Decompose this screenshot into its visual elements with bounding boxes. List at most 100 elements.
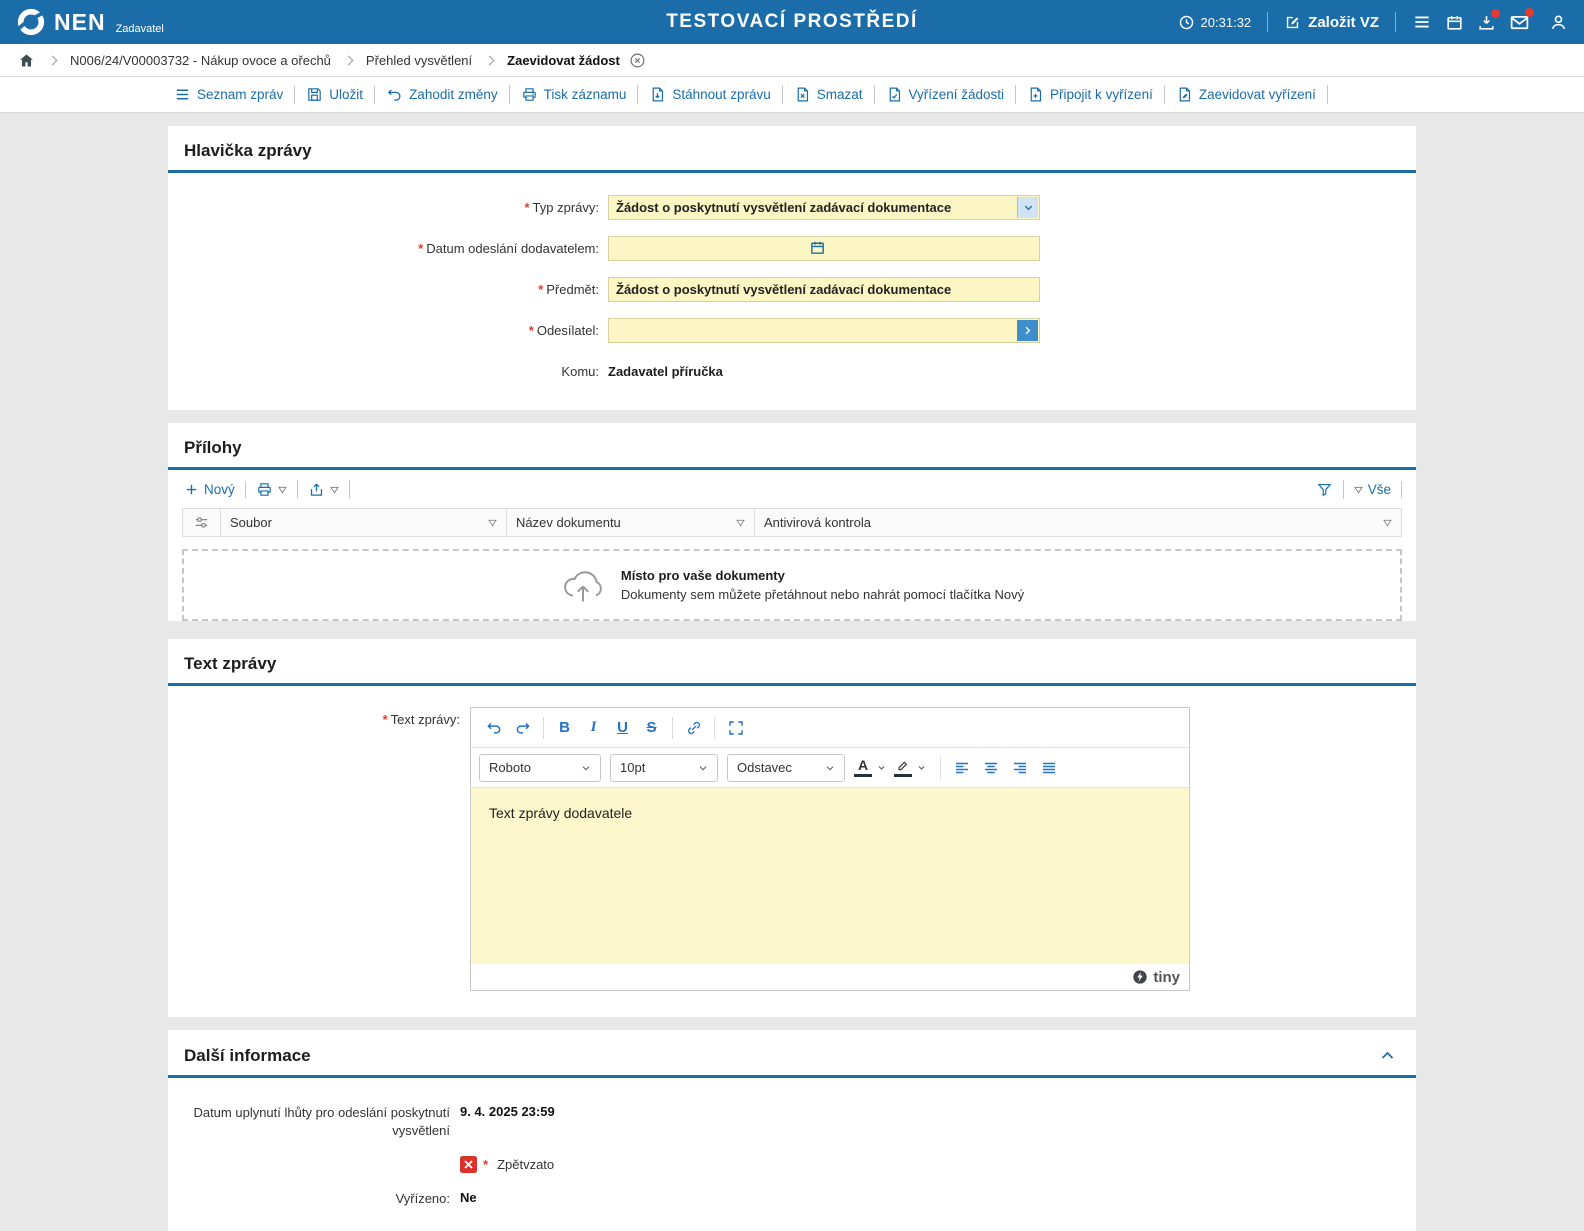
page-content: Hlavička zprávy *Typ zprávy: Žádost o po… xyxy=(0,113,1584,1231)
align-center-button[interactable] xyxy=(976,754,1005,782)
strikethrough-button[interactable]: S xyxy=(637,714,666,742)
section-title: Hlavička zprávy xyxy=(184,141,312,161)
underline-button[interactable]: U xyxy=(608,714,637,742)
column-header-file[interactable]: Soubor xyxy=(221,509,507,536)
calendar-icon xyxy=(1445,13,1464,32)
font-size-select[interactable]: 10pt xyxy=(610,754,718,782)
info-row-resolved: Vyřízeno: Ne xyxy=(168,1190,1416,1208)
align-right-button[interactable] xyxy=(1005,754,1034,782)
caret-down-icon xyxy=(330,486,339,494)
withdrawn-checkbox[interactable] xyxy=(460,1156,477,1173)
user-profile-button[interactable] xyxy=(1549,13,1568,32)
subject-input[interactable]: Žádost o poskytnutí vysvětlení zadávací … xyxy=(608,277,1040,302)
collapse-section-button[interactable] xyxy=(1375,1045,1400,1066)
required-marker: * xyxy=(524,200,529,215)
align-right-icon xyxy=(1011,759,1029,777)
filter-triangle-icon[interactable] xyxy=(1375,519,1392,527)
open-picker-button[interactable] xyxy=(1017,320,1038,341)
print-attachments-button[interactable] xyxy=(246,480,298,499)
show-all-filter-button[interactable]: Vše xyxy=(1344,481,1402,498)
create-tender-button[interactable]: Založit VZ xyxy=(1284,14,1379,31)
column-header-antivirus[interactable]: Antivirová kontrola xyxy=(755,509,1401,536)
main-menu-button[interactable] xyxy=(1412,12,1432,32)
breadcrumb-separator-icon xyxy=(48,55,58,65)
download-message-button[interactable]: Stáhnout zprávu xyxy=(638,85,782,104)
create-tender-label: Založit VZ xyxy=(1308,14,1379,31)
plus-icon xyxy=(184,482,199,497)
button-label: Vše xyxy=(1368,482,1391,497)
editor-content-area[interactable]: Text zprávy dodavatele xyxy=(471,788,1189,964)
editor-toolbar-row1: B I U S xyxy=(471,708,1189,748)
print-icon xyxy=(256,481,273,498)
downloads-button[interactable] xyxy=(1477,13,1496,32)
required-marker: * xyxy=(538,282,543,297)
align-left-button[interactable] xyxy=(947,754,976,782)
session-clock: 20:31:32 xyxy=(1178,14,1252,31)
date-picker-button[interactable] xyxy=(809,239,826,256)
record-toolbar: Seznam zpráv Uložit Zahodit změny Tisk z… xyxy=(168,77,1416,112)
link-icon xyxy=(685,719,703,737)
breadcrumb-separator-icon xyxy=(343,55,353,65)
breadcrumb-item-tender[interactable]: N006/24/V00003732 - Nákup ovoce a ořechů xyxy=(70,53,331,68)
dropdown-button[interactable] xyxy=(1017,197,1038,218)
font-family-select[interactable]: Roboto xyxy=(479,754,601,782)
column-header-document-name[interactable]: Název dokumentu xyxy=(507,509,755,536)
save-button[interactable]: Uložit xyxy=(295,85,375,104)
filter-triangle-icon[interactable] xyxy=(728,519,745,527)
new-attachment-button[interactable]: Nový xyxy=(182,481,246,498)
record-toolbar-band: Seznam zpráv Uložit Zahodit změny Tisk z… xyxy=(0,77,1584,113)
document-dropzone[interactable]: Místo pro vaše dokumenty Dokumenty sem m… xyxy=(182,549,1402,621)
cloud-upload-icon xyxy=(560,567,606,603)
additional-info-panel: Další informace Datum uplynutí lhůty pro… xyxy=(168,1030,1416,1231)
close-tab-button[interactable] xyxy=(629,52,646,69)
column-settings-button[interactable] xyxy=(183,509,221,536)
text-color-button[interactable]: A xyxy=(854,758,886,777)
sender-input[interactable] xyxy=(608,318,1040,343)
fullscreen-icon xyxy=(727,719,745,737)
chevron-down-icon xyxy=(825,763,835,773)
filter-button[interactable] xyxy=(1314,480,1344,499)
chevron-down-icon xyxy=(581,763,591,773)
deadline-value: 9. 4. 2025 23:59 xyxy=(460,1104,555,1119)
button-label: Zaevidovat vyřízení xyxy=(1199,87,1316,102)
link-button[interactable] xyxy=(679,714,708,742)
editor-redo-button[interactable] xyxy=(508,714,537,742)
register-resolution-button[interactable]: Zaevidovat vyřízení xyxy=(1165,85,1328,104)
form-row-sent-date: *Datum odeslání dodavatelem: xyxy=(168,236,1416,261)
messages-button[interactable] xyxy=(1509,12,1530,33)
sent-date-input[interactable] xyxy=(608,236,1040,261)
delete-doc-icon xyxy=(794,86,811,103)
font-size-value: 10pt xyxy=(620,760,645,775)
print-record-button[interactable]: Tisk záznamu xyxy=(510,85,639,104)
field-label: *Typ zprávy: xyxy=(168,200,608,215)
tiny-brand-label: tiny xyxy=(1153,969,1180,986)
edit-icon xyxy=(1284,14,1301,31)
request-resolution-button[interactable]: Vyřízení žádosti xyxy=(875,85,1017,104)
required-marker: * xyxy=(383,712,388,727)
print-icon xyxy=(521,86,538,103)
bold-button[interactable]: B xyxy=(550,714,579,742)
message-type-select[interactable]: Žádost o poskytnutí vysvětlení zadávací … xyxy=(608,195,1040,220)
session-time: 20:31:32 xyxy=(1201,15,1252,30)
home-button[interactable] xyxy=(18,52,35,69)
button-label: Nový xyxy=(204,482,235,497)
fullscreen-button[interactable] xyxy=(721,714,750,742)
nen-logo-home[interactable]: NEN Zadavatel xyxy=(16,7,164,37)
breadcrumb-item-overview[interactable]: Přehled vysvětlení xyxy=(366,53,472,68)
attach-to-resolution-button[interactable]: Připojit k vyřízení xyxy=(1016,85,1165,104)
export-attachments-button[interactable] xyxy=(298,480,350,499)
nen-logo-icon xyxy=(16,7,46,37)
message-list-button[interactable]: Seznam zpráv xyxy=(170,85,295,104)
filter-triangle-icon[interactable] xyxy=(480,519,497,527)
discard-changes-button[interactable]: Zahodit změny xyxy=(375,85,510,104)
delete-button[interactable]: Smazat xyxy=(783,85,875,104)
italic-button[interactable]: I xyxy=(579,714,608,742)
editor-statusbar: tiny xyxy=(471,964,1189,990)
block-format-select[interactable]: Odstavec xyxy=(727,754,845,782)
calendar-button[interactable] xyxy=(1445,13,1464,32)
editor-undo-button[interactable] xyxy=(479,714,508,742)
highlight-color-button[interactable] xyxy=(894,758,926,777)
column-settings-icon xyxy=(193,514,210,531)
field-label: *Datum odeslání dodavatelem: xyxy=(168,241,608,256)
align-justify-button[interactable] xyxy=(1034,754,1063,782)
